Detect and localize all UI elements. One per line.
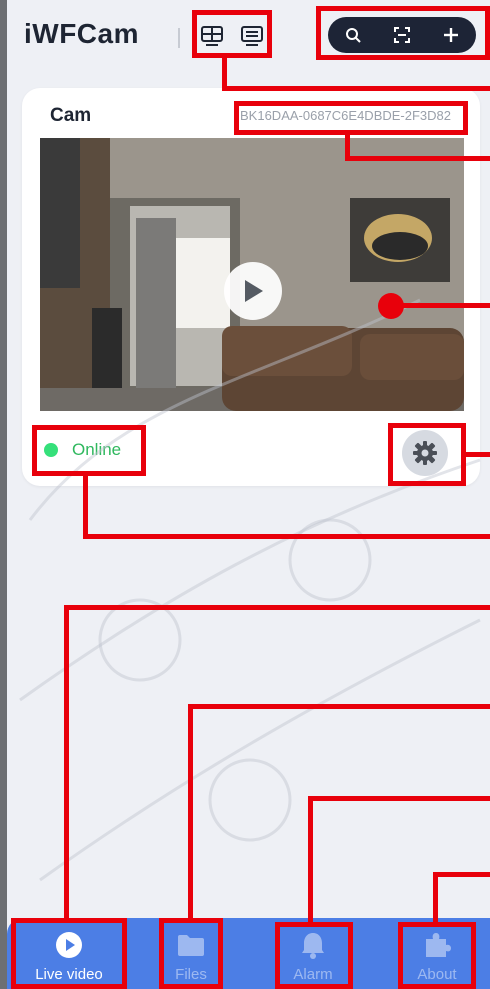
list-view-icon[interactable] — [238, 22, 266, 50]
gear-icon — [413, 441, 437, 465]
puzzle-icon — [422, 930, 452, 960]
scan-icon[interactable] — [386, 19, 418, 51]
nav-item-live-video[interactable]: Live video — [14, 920, 124, 989]
status-label: Online — [72, 440, 122, 459]
app-title: iWFCam — [24, 18, 139, 49]
header-action-pill — [328, 17, 476, 53]
grid-view-icon[interactable] — [198, 22, 226, 50]
online-dot-icon — [44, 443, 58, 457]
folder-icon — [176, 930, 206, 960]
nav-item-label: About — [417, 966, 457, 983]
nav-item-label: Alarm — [293, 966, 333, 983]
annotation-line — [83, 534, 490, 539]
view-mode-switcher — [192, 20, 272, 52]
nav-item-files[interactable]: Files — [136, 920, 246, 989]
annotation-line — [188, 708, 193, 920]
add-icon[interactable] — [435, 19, 467, 51]
status-indicator: Online — [44, 436, 121, 464]
annotation-line — [222, 58, 227, 90]
annotation-line — [433, 876, 438, 924]
annotation-line — [64, 605, 490, 610]
camera-device-id: BK16DAA-0687C6E4DBDE-2F3D82 — [240, 108, 451, 123]
bell-icon — [298, 930, 328, 960]
annotation-line — [188, 704, 490, 709]
nav-item-label: Live video — [35, 966, 103, 983]
settings-button[interactable] — [402, 430, 448, 476]
window-edge — [0, 0, 7, 989]
nav-item-label: Files — [175, 966, 207, 983]
play-circle-icon — [54, 930, 84, 960]
play-button[interactable] — [224, 262, 282, 320]
nav-item-alarm[interactable]: Alarm — [258, 920, 368, 989]
camera-name: Cam — [50, 105, 92, 126]
search-icon[interactable] — [337, 19, 369, 51]
nav-item-about[interactable]: About — [382, 920, 490, 989]
header-divider — [178, 28, 180, 48]
annotation-line — [308, 800, 313, 924]
annotation-line — [308, 796, 490, 801]
annotation-line — [64, 609, 69, 920]
annotation-line — [433, 872, 490, 877]
